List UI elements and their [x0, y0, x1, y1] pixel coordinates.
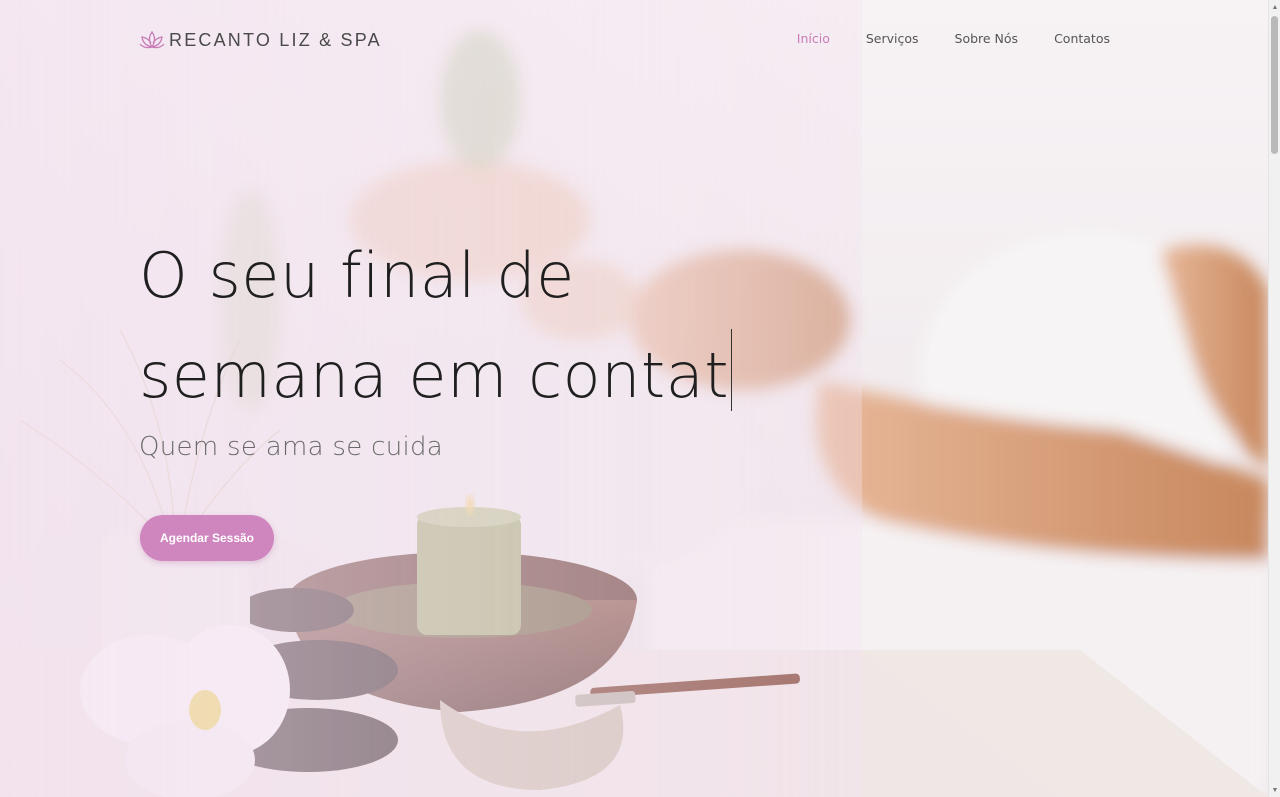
scroll-down-arrow-icon[interactable]: ▼: [1269, 783, 1280, 797]
lotus-icon: [139, 29, 165, 51]
nav-link-inicio[interactable]: Início: [797, 31, 830, 46]
nav-menu: Início Serviços Sobre Nós Contatos: [797, 30, 1110, 48]
scrollbar-thumb[interactable]: [1271, 16, 1278, 154]
scroll-up-arrow-icon[interactable]: ▲: [1269, 0, 1280, 14]
nav-link-sobre-nos[interactable]: Sobre Nós: [955, 31, 1019, 46]
nav-item-contatos: Contatos: [1054, 30, 1110, 48]
nav-item-servicos: Serviços: [866, 30, 919, 48]
typing-caret: [731, 329, 733, 411]
nav-link-contatos[interactable]: Contatos: [1054, 31, 1110, 46]
nav-item-inicio: Início: [797, 30, 830, 48]
hero-title-line-1: O seu final de: [139, 239, 575, 312]
nav-link-servicos[interactable]: Serviços: [866, 31, 919, 46]
hero-title-line-2: semana em contat: [139, 326, 779, 426]
hero-subtitle: Quem se ama se cuida: [139, 432, 444, 462]
hero-title: O seu final de semana em contat: [139, 226, 779, 426]
brand-name: RECANTO LIZ & SPA: [169, 29, 382, 50]
page: RECANTO LIZ & SPA Início Serviços Sobre …: [0, 0, 1268, 797]
nav-item-sobre-nos: Sobre Nós: [955, 30, 1019, 48]
vertical-scrollbar[interactable]: ▲ ▼: [1268, 0, 1280, 797]
hero-title-line-2-text: semana em contat: [139, 339, 730, 412]
brand-logo[interactable]: RECANTO LIZ & SPA: [139, 26, 382, 54]
navbar: RECANTO LIZ & SPA Início Serviços Sobre …: [0, 0, 1268, 78]
schedule-session-button[interactable]: Agendar Sessão: [140, 515, 274, 561]
